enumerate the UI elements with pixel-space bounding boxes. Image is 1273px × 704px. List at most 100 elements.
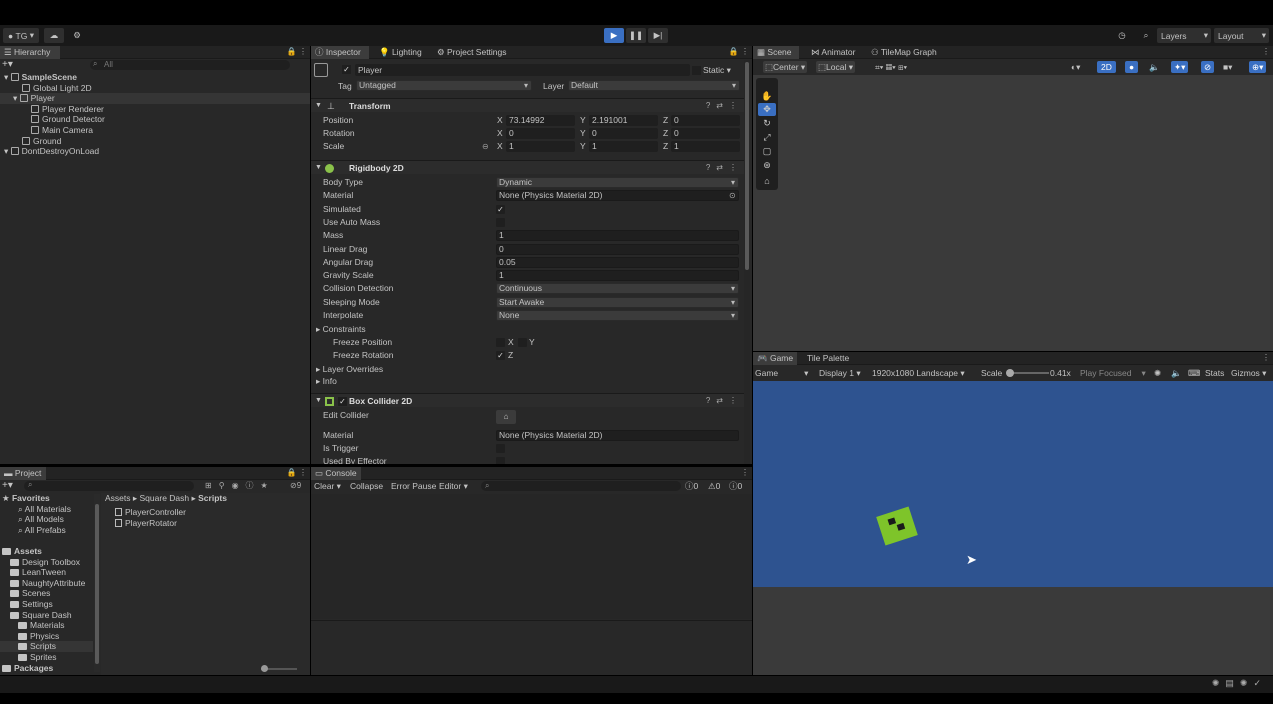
- file-item[interactable]: PlayerController: [115, 507, 186, 518]
- tree-scrollbar[interactable]: [94, 494, 100, 672]
- tab-scene[interactable]: ▦ Scene: [753, 46, 799, 59]
- component-menu-icons[interactable]: ?⇄⋮: [706, 161, 743, 175]
- search-button[interactable]: ⌕: [1137, 28, 1155, 43]
- collider-material-field[interactable]: None (Physics Material 2D): [496, 430, 739, 441]
- effects-dropdown[interactable]: ✦▾: [1171, 61, 1189, 73]
- property-dropdown[interactable]: Start Awake: [496, 296, 739, 308]
- component-enabled-toggle[interactable]: ✓: [338, 397, 347, 406]
- panel-menu-icon[interactable]: ⋮: [741, 468, 749, 477]
- freeze-position-y-toggle[interactable]: [518, 338, 527, 347]
- panel-menu-icon[interactable]: 🔒 ⋮: [287, 47, 307, 56]
- rigidbody-header[interactable]: ▼ Rigidbody 2D ?⇄⋮: [311, 160, 749, 174]
- inspector-scrollbar[interactable]: [744, 60, 750, 464]
- property-field[interactable]: 1: [496, 270, 739, 282]
- tab-lighting[interactable]: 💡 Lighting: [375, 46, 425, 59]
- property-field[interactable]: None (Physics Material 2D): [496, 190, 739, 202]
- layout-dropdown[interactable]: Layout ▾: [1214, 28, 1269, 43]
- property-field[interactable]: 1: [496, 230, 739, 242]
- folder-item[interactable]: Scenes: [0, 588, 93, 599]
- folder-item[interactable]: Scripts: [0, 641, 93, 652]
- account-dropdown[interactable]: ● TG ▾: [3, 28, 39, 43]
- hand-tool[interactable]: ✋: [758, 90, 776, 103]
- tab-console[interactable]: ▭ Console: [311, 467, 361, 480]
- tab-inspector[interactable]: ⓘ Inspector: [311, 46, 369, 59]
- pause-button[interactable]: ❚❚: [626, 28, 646, 43]
- hierarchy-item[interactable]: Main Camera: [0, 125, 310, 136]
- property-dropdown[interactable]: None: [496, 310, 739, 321]
- status-icons[interactable]: ✺▤✺✓: [1212, 678, 1267, 689]
- editor-dropdown[interactable]: Editor ▾: [439, 480, 468, 493]
- foldout-arrow-icon[interactable]: ▾: [4, 146, 11, 156]
- static-toggle[interactable]: [692, 66, 701, 75]
- hierarchy-item[interactable]: ▾ SampleScene: [0, 72, 310, 83]
- folder-item[interactable]: LeanTween: [0, 567, 93, 578]
- rotate-tool[interactable]: ↻: [758, 117, 776, 130]
- component-menu-icons[interactable]: ?⇄⋮: [706, 99, 743, 113]
- hierarchy-item[interactable]: ▾ Player: [0, 93, 310, 104]
- folder-item[interactable]: NaughtyAttribute: [0, 578, 93, 589]
- component-menu-icons[interactable]: ?⇄⋮: [706, 394, 743, 408]
- transform-header[interactable]: ▼ ⊥ Transform ?⇄⋮: [311, 98, 749, 112]
- position-z-field[interactable]: 0: [671, 115, 740, 126]
- play-button[interactable]: ▶: [604, 28, 624, 43]
- assets-header[interactable]: Assets: [0, 546, 93, 557]
- rotation-z-field[interactable]: 0: [671, 128, 740, 139]
- folder-item[interactable]: Settings: [0, 599, 93, 610]
- error-filter-button[interactable]: ⓘ0: [729, 480, 742, 493]
- space-dropdown[interactable]: ⬚Local ▾: [816, 61, 855, 73]
- rotation-y-field[interactable]: 0: [589, 128, 658, 139]
- lighting-toggle[interactable]: ●: [1125, 61, 1139, 73]
- warning-filter-button[interactable]: ⚠0: [708, 480, 720, 493]
- stats-button[interactable]: Stats: [1205, 366, 1224, 379]
- console-log-list[interactable]: [311, 494, 752, 619]
- favorite-item[interactable]: ⌕ All Materials: [0, 504, 93, 515]
- frame-debugger-button[interactable]: ✺: [1154, 366, 1161, 379]
- scale-slider-thumb[interactable]: [1006, 369, 1014, 377]
- folder-item[interactable]: Square Dash: [0, 610, 93, 621]
- constraints-foldout[interactable]: ▸ Constraints: [311, 323, 749, 336]
- breadcrumb-item[interactable]: Scripts: [198, 493, 227, 503]
- grid-snap-dropdown[interactable]: ⌗▾ ▦▾ ⊞▾: [875, 61, 907, 73]
- panel-menu-icon[interactable]: 🔒 ⋮: [287, 468, 307, 477]
- add-icon[interactable]: +▾: [2, 59, 13, 70]
- tab-animator[interactable]: ⋈ Animator: [807, 46, 863, 59]
- tag-dropdown[interactable]: Untagged: [356, 80, 532, 91]
- scale-tool[interactable]: ⤢: [758, 131, 776, 144]
- custom-tool[interactable]: ⌂: [758, 175, 776, 188]
- transform-tool[interactable]: ⊛: [758, 159, 776, 172]
- collapse-button[interactable]: Collapse: [350, 480, 383, 493]
- tab-game[interactable]: 🎮 Game: [753, 352, 797, 365]
- favorite-item[interactable]: ⌕ All Models: [0, 514, 93, 525]
- object-picker-icon[interactable]: ⊙: [729, 189, 736, 202]
- icon-size-slider[interactable]: [261, 665, 297, 672]
- active-toggle[interactable]: ✓: [342, 65, 351, 74]
- property-field[interactable]: 0.05: [496, 256, 739, 268]
- gizmos-dropdown[interactable]: Gizmos ▾: [1231, 366, 1266, 379]
- freeze-rotation-z-toggle[interactable]: ✓: [496, 351, 505, 360]
- property-toggle[interactable]: ✓: [496, 204, 505, 214]
- property-dropdown[interactable]: Continuous: [496, 283, 739, 295]
- move-tool[interactable]: ✥: [758, 103, 776, 116]
- scrollbar-thumb[interactable]: [95, 504, 99, 664]
- folder-item[interactable]: Design Toolbox: [0, 557, 93, 568]
- property-dropdown[interactable]: Dynamic: [496, 177, 739, 188]
- hierarchy-item[interactable]: Ground: [0, 136, 310, 147]
- 2d-toggle[interactable]: 2D: [1097, 61, 1116, 73]
- display-dropdown[interactable]: Display 1 ▾: [819, 366, 861, 379]
- link-icon[interactable]: ⊖: [482, 140, 489, 153]
- foldout-arrow-icon[interactable]: ▾: [13, 93, 20, 103]
- add-icon[interactable]: +▾: [2, 480, 13, 491]
- foldout-arrow-icon[interactable]: ▾: [4, 72, 11, 82]
- layer-dropdown[interactable]: Default: [568, 80, 740, 91]
- slider-thumb[interactable]: [261, 665, 268, 672]
- panel-menu-icon[interactable]: ⋮: [1262, 353, 1270, 362]
- hierarchy-item[interactable]: ▾ DontDestroyOnLoad: [0, 146, 310, 157]
- tab-project[interactable]: ▬ Project: [0, 467, 46, 480]
- hidden-objects-toggle[interactable]: ⊘: [1201, 61, 1215, 73]
- breadcrumb-item[interactable]: Assets: [105, 493, 131, 503]
- scale-x-field[interactable]: 1: [506, 141, 575, 152]
- property-toggle[interactable]: [496, 217, 505, 227]
- info-filter-button[interactable]: ⓘ0: [685, 480, 698, 493]
- box-collider-header[interactable]: ▼ ✓ Box Collider 2D ?⇄⋮: [311, 393, 749, 407]
- position-x-field[interactable]: 73.14992: [506, 115, 575, 126]
